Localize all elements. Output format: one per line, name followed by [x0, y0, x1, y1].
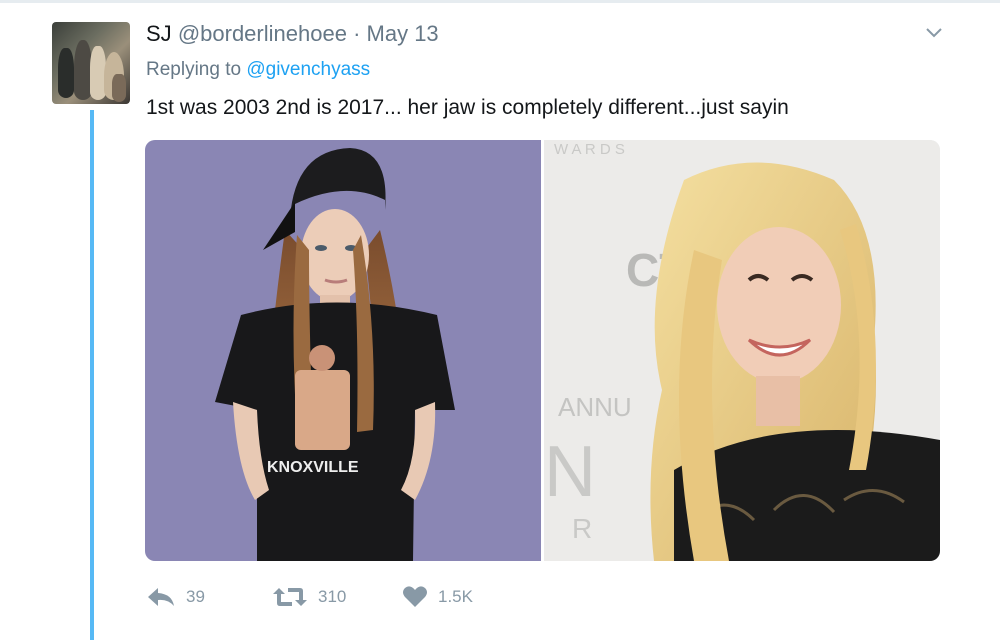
heart-icon — [402, 585, 428, 609]
retweet-icon — [272, 586, 308, 608]
media-photo-left[interactable]: KNOXVILLE — [145, 140, 541, 561]
backdrop-letter-n: N — [544, 432, 596, 512]
reply-button[interactable]: 39 — [146, 582, 205, 612]
separator-dot: · — [353, 21, 361, 46]
user-handle[interactable]: @borderlinehoee — [178, 21, 347, 46]
tweet-media[interactable]: KNOXVILLE W A R D S CT ANNU N R — [145, 140, 940, 561]
like-count: 1.5K — [438, 587, 473, 606]
media-photo-right[interactable]: W A R D S CT ANNU N R — [544, 140, 940, 561]
retweet-button[interactable]: 310 — [272, 582, 346, 612]
like-button[interactable]: 1.5K — [402, 582, 473, 612]
replying-to: Replying to @givenchyass — [146, 58, 370, 82]
backdrop-annual: ANNU — [558, 392, 632, 422]
reply-count: 39 — [186, 587, 205, 606]
replying-mention-link[interactable]: @givenchyass — [246, 59, 370, 80]
top-divider — [0, 0, 1000, 3]
retweet-count: 310 — [318, 587, 347, 606]
tweet-header: SJ @borderlinehoee · May 13 — [146, 21, 439, 47]
replying-prefix: Replying to — [146, 59, 242, 80]
chevron-down-icon[interactable] — [923, 24, 945, 42]
display-name[interactable]: SJ — [146, 21, 172, 46]
backdrop-letter-r: R — [572, 513, 592, 544]
avatar[interactable] — [52, 22, 130, 104]
tweet-text: 1st was 2003 2nd is 2017... her jaw is c… — [146, 96, 789, 119]
thread-line — [90, 110, 94, 640]
tweet-actions: 39 310 1.5K — [146, 582, 546, 612]
backdrop-top-text: W A R D S — [554, 141, 625, 158]
tweet-date[interactable]: May 13 — [367, 21, 439, 46]
reply-icon — [146, 586, 176, 608]
shirt-text: KNOXVILLE — [267, 459, 359, 476]
